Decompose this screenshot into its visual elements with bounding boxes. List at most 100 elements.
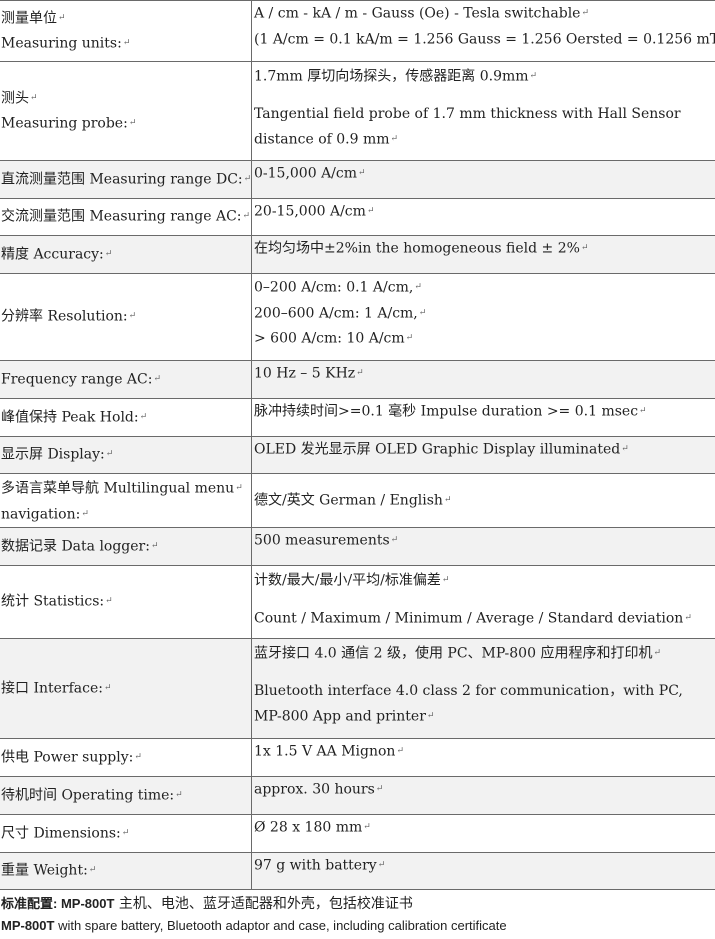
paragraph-mark-icon: ↵ (150, 540, 159, 551)
paragraph-mark-icon: ↵ (243, 173, 252, 184)
label-cell: 尺寸 Dimensions:↵ (0, 814, 252, 853)
footer-text: 主机、电池、蓝牙适配器和外壳，包括校准证书 (114, 896, 413, 912)
table-row: Frequency range AC:↵ 10 Hz – 5 KHz↵ (0, 360, 715, 399)
paragraph-mark-icon: ↵ (105, 449, 114, 460)
table-row: 测头↵ Measuring probe:↵ 1.7mm 厚切向场探头，传感器距离 … (0, 61, 715, 161)
table-row: 尺寸 Dimensions:↵ Ø 28 x 180 mm↵ (0, 814, 715, 853)
paragraph-mark-icon: ↵ (529, 71, 538, 81)
row-value: Count / Maximum / Minimum / Average / St… (254, 606, 715, 632)
paragraph-mark-icon: ↵ (358, 168, 366, 178)
value-cell: Ø 28 x 180 mm↵ (251, 814, 715, 853)
paragraph-mark-icon: ↵ (443, 494, 452, 505)
paragraph-mark-icon: ↵ (30, 92, 38, 103)
row-label: 重量 Weight:↵ (1, 858, 251, 884)
label-cell: 直流测量范围 Measuring range DC:↵ (0, 160, 252, 199)
paragraph-mark-icon: ↵ (105, 596, 113, 607)
row-label: 接口 Interface:↵ (1, 676, 251, 702)
row-label: navigation:↵ (1, 502, 251, 528)
table-row: 接口 Interface:↵ 蓝牙接口 4.0 通信 2 级，使用 PC、MP-… (0, 638, 715, 739)
label-cell: 交流测量范围 Measuring range AC:↵ (0, 198, 252, 236)
table-row: 供电 Power supply:↵ 1x 1.5 V AA Mignon↵ (0, 738, 715, 777)
row-label: 待机时间 Operating time:↵ (1, 783, 251, 809)
row-label: 直流测量范围 Measuring range DC:↵ (1, 167, 251, 193)
paragraph-mark-icon: ↵ (153, 373, 162, 384)
paragraph-mark-icon: ↵ (581, 8, 590, 18)
table-row: 交流测量范围 Measuring range AC:↵ 20-15,000 A/… (0, 198, 715, 236)
value-cell: 500 measurements↵ (251, 527, 715, 566)
row-label: Frequency range AC:↵ (1, 367, 251, 393)
row-value: 200–600 A/cm: 1 A/cm,↵ (254, 301, 715, 327)
label-cell: 多语言菜单导航 Multilingual menu↵ navigation:↵ (0, 473, 252, 528)
value-cell: A / cm - kA / m - Gauss (Oe) - Tesla swi… (251, 0, 715, 62)
value-cell: approx. 30 hours↵ (251, 776, 715, 815)
paragraph-mark-icon: ↵ (390, 535, 399, 545)
row-value: 0–200 A/cm: 0.1 A/cm,↵ (254, 275, 715, 301)
paragraph-mark-icon: ↵ (405, 333, 414, 343)
row-value: 计数/最大/最小/平均/标准偏差↵ (254, 568, 715, 594)
paragraph-mark-icon: ↵ (639, 406, 647, 416)
paragraph-mark-icon: ↵ (175, 789, 183, 800)
row-value: Tangential field probe of 1.7 mm thickne… (254, 102, 715, 153)
label-cell: 峰值保持 Peak Hold:↵ (0, 398, 252, 437)
table-row: 重量 Weight:↵ 97 g with battery↵ (0, 852, 715, 890)
paragraph-mark-icon: ↵ (139, 411, 148, 422)
table-row: 测量单位↵ Measuring units:↵ A / cm - kA / m -… (0, 0, 715, 62)
row-label: 多语言菜单导航 Multilingual menu↵ (1, 476, 251, 502)
row-value: 10 Hz – 5 KHz↵ (254, 361, 715, 387)
value-cell: 脉冲持续时间>=0.1 毫秒 Impulse duration >= 0.1 m… (251, 398, 715, 437)
row-label: 测量单位↵ (1, 6, 251, 32)
paragraph-mark-icon: ↵ (375, 784, 384, 794)
table-row: 分辨率 Resolution:↵ 0–200 A/cm: 0.1 A/cm,↵ … (0, 273, 715, 361)
row-value: (1 A/cm = 0.1 kA/m = 1.256 Gauss = 1.256… (254, 31, 715, 47)
row-value: 1.7mm 厚切向场探头，传感器距离 0.9mm↵ (254, 64, 715, 90)
value-cell: 在均匀场中±2%in the homogeneous field ± 2%↵ (251, 235, 715, 274)
label-cell: 测头↵ Measuring probe:↵ (0, 61, 252, 161)
table-row: 待机时间 Operating time:↵ approx. 30 hours↵ (0, 776, 715, 815)
paragraph-mark-icon: ↵ (104, 248, 113, 259)
row-label: 供电 Power supply:↵ (1, 745, 251, 771)
paragraph-mark-icon: ↵ (128, 118, 137, 128)
value-cell: 20-15,000 A/cm↵ (251, 198, 715, 236)
footer-line-zh: 标准配置: MP-800T 主机、电池、蓝牙适配器和外壳，包括校准证书 (1, 893, 715, 915)
footer-line-en: MP-800T with spare battery, Bluetooth ad… (1, 915, 715, 937)
row-value: 1x 1.5 V AA Mignon↵ (254, 739, 715, 765)
table-row: 显示屏 Display:↵ OLED 发光显示屏 OLED Graphic Di… (0, 436, 715, 474)
paragraph-mark-icon: ↵ (235, 483, 243, 493)
paragraph-mark-icon: ↵ (653, 648, 661, 658)
spec-table: 测量单位↵ Measuring units:↵ A / cm - kA / m -… (0, 0, 715, 890)
row-value: A / cm - kA / m - Gauss (Oe) - Tesla swi… (254, 1, 715, 27)
label-cell: 待机时间 Operating time:↵ (0, 776, 252, 815)
row-value: > 600 A/cm: 10 A/cm↵ (254, 326, 715, 352)
paragraph-mark-icon: ↵ (426, 710, 435, 721)
row-label: 显示屏 Display:↵ (1, 442, 251, 468)
paragraph-mark-icon: ↵ (621, 444, 629, 454)
label-cell: 显示屏 Display:↵ (0, 436, 252, 474)
table-row: 数据记录 Data logger:↵ 500 measurements↵ (0, 527, 715, 566)
row-value: 20-15,000 A/cm↵ (254, 199, 715, 225)
paragraph-mark-icon: ↵ (396, 746, 404, 756)
paragraph-mark-icon: ↵ (580, 243, 589, 253)
label-cell: 测量单位↵ Measuring units:↵ (0, 0, 252, 62)
value-cell: OLED 发光显示屏 OLED Graphic Display illumina… (251, 436, 715, 474)
table-row: 精度 Accuracy:↵ 在均匀场中±2%in the homogeneous… (0, 235, 715, 274)
paragraph-mark-icon: ↵ (356, 368, 364, 378)
footer-bold-label: 标准配置: MP-800T (1, 896, 115, 911)
row-label: 测头↵ (1, 86, 251, 112)
footer-bold-model: MP-800T (1, 918, 55, 933)
paragraph-mark-icon: ↵ (363, 822, 371, 832)
paragraph-mark-icon: ↵ (390, 133, 399, 144)
row-value: OLED 发光显示屏 OLED Graphic Display illumina… (254, 437, 715, 463)
table-row: 直流测量范围 Measuring range DC:↵ 0-15,000 A/c… (0, 160, 715, 199)
table-row: 统计 Statistics:↵ 计数/最大/最小/平均/标准偏差↵ Count … (0, 565, 715, 639)
paragraph-mark-icon: ↵ (134, 751, 142, 762)
paragraph-mark-icon: ↵ (418, 307, 427, 318)
value-cell: 1x 1.5 V AA Mignon↵ (251, 738, 715, 777)
row-label: 分辨率 Resolution:↵ (1, 304, 251, 330)
row-label: Measuring units:↵ (1, 31, 251, 57)
paragraph-mark-icon: ↵ (122, 38, 131, 48)
value-cell: 计数/最大/最小/平均/标准偏差↵ Count / Maximum / Mini… (251, 565, 715, 639)
row-value: 德文/英文 German / English↵ (254, 488, 715, 514)
standard-configuration-note: 标准配置: MP-800T 主机、电池、蓝牙适配器和外壳，包括校准证书 MP-8… (0, 890, 715, 937)
row-label: Measuring probe:↵ (1, 111, 251, 137)
value-cell: 10 Hz – 5 KHz↵ (251, 360, 715, 399)
